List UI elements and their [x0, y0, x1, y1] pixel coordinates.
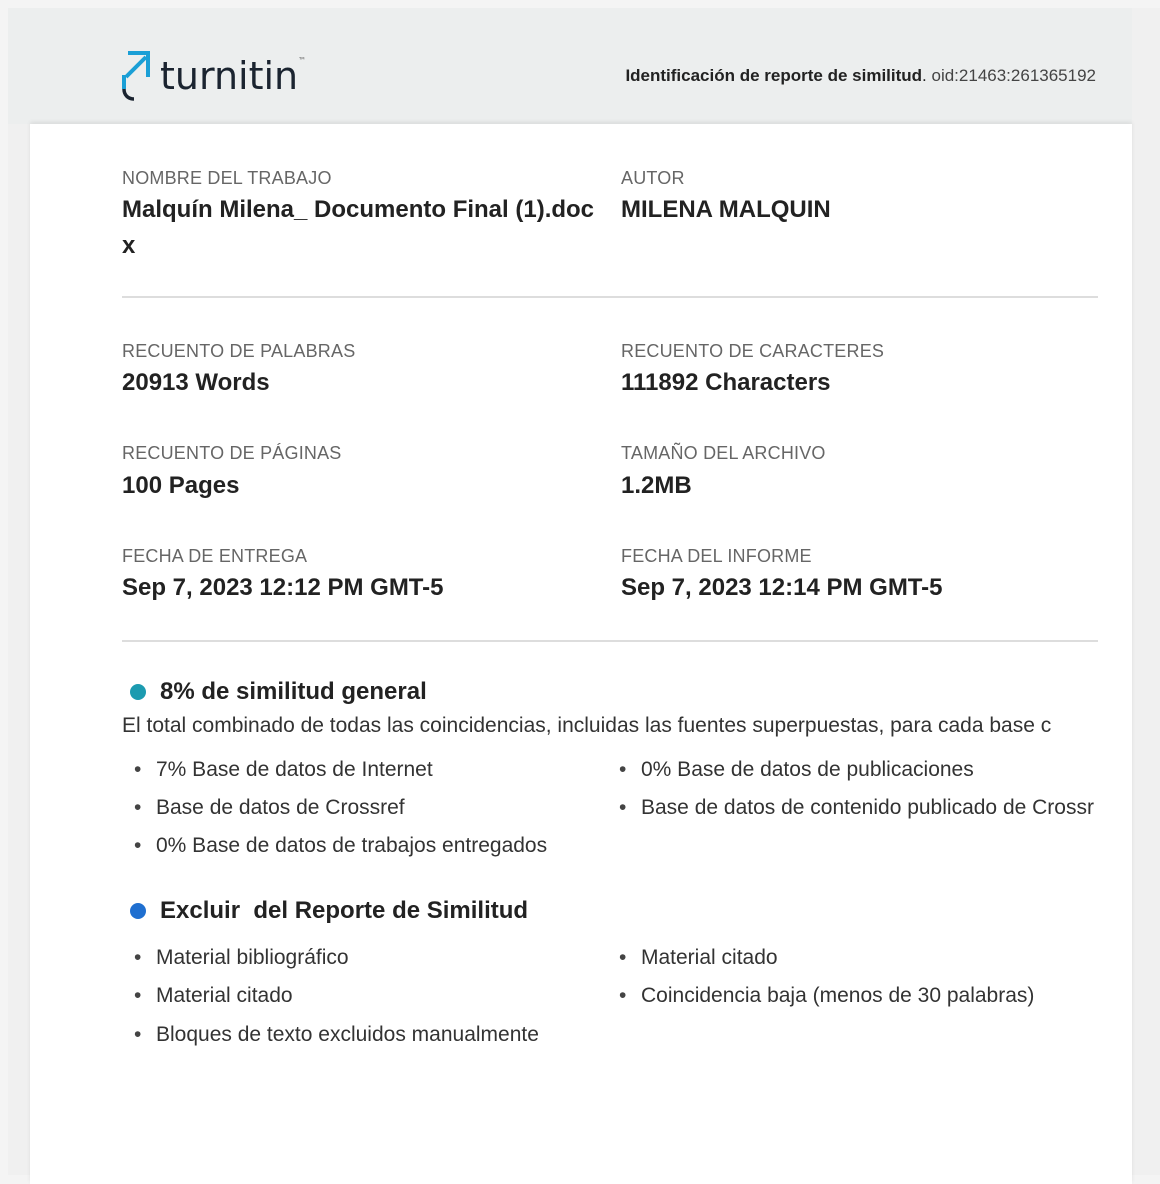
divider: [122, 296, 1098, 298]
job-name-value: Malquín Milena_ Documento Final (1).docx: [122, 196, 595, 259]
exclusion-item: Coincidencia baja (menos de 30 palabras): [619, 984, 1034, 1008]
author-value: MILENA MALQUIN: [621, 196, 831, 223]
page-count-value: 100 Pages: [122, 472, 240, 499]
page-count-label: RECUENTO DE PÁGINAS: [122, 443, 342, 463]
similarity-item: 0% Base de datos de trabajos entregados: [134, 834, 547, 858]
similarity-title: 8% de similitud general: [130, 678, 427, 706]
report-sheet: NOMBRE DEL TRABAJO Malquín Milena_ Docum…: [30, 124, 1132, 1184]
similarity-item: Base de datos de Crossref: [134, 796, 405, 820]
report-id-value: oid:21463:261365192: [931, 66, 1097, 85]
turnitin-logo: turnitin™: [120, 46, 306, 106]
report-page: turnitin™ Identificación de reporte de s…: [8, 8, 1160, 1184]
exclusions-title: Excluir del Reporte de Similitud: [130, 897, 528, 925]
submission-date-value: Sep 7, 2023 12:12 PM GMT-5: [122, 574, 444, 601]
file-size-value: 1.2MB: [621, 472, 692, 499]
exclusion-item: Bloques de texto excluidos manualmente: [134, 1023, 539, 1047]
similarity-item: Base de datos de contenido publicado de …: [619, 796, 1094, 820]
file-size-label: TAMAÑO DEL ARCHIVO: [621, 443, 826, 463]
exclusions-dot-icon: [130, 903, 146, 919]
report-date-label: FECHA DEL INFORME: [621, 546, 812, 566]
exclusion-item: Material citado: [134, 984, 293, 1008]
word-count-label: RECUENTO DE PALABRAS: [122, 341, 356, 361]
divider: [122, 640, 1098, 642]
job-name-label: NOMBRE DEL TRABAJO: [122, 168, 332, 188]
char-count-label: RECUENTO DE CARACTERES: [621, 341, 885, 361]
similarity-dot-icon: [130, 684, 146, 700]
submission-date-label: FECHA DE ENTREGA: [122, 546, 308, 566]
similarity-description: El total combinado de todas las coincide…: [122, 714, 1052, 737]
report-id-label: Identificación de reporte de similitud: [625, 66, 923, 85]
word-count-value: 20913 Words: [122, 369, 270, 396]
report-header: turnitin™ Identificación de reporte de s…: [8, 8, 1132, 124]
logo-wordmark: turnitin™: [160, 54, 307, 98]
exclusion-item: Material bibliográfico: [134, 946, 349, 970]
author-label: AUTOR: [621, 168, 685, 188]
similarity-item: 0% Base de datos de publicaciones: [619, 758, 974, 782]
char-count-value: 111892 Characters: [621, 369, 831, 396]
turnitin-logo-icon: [122, 51, 150, 101]
similarity-item: 7% Base de datos de Internet: [134, 758, 433, 782]
exclusion-item: Material citado: [619, 946, 778, 970]
report-date-value: Sep 7, 2023 12:14 PM GMT-5: [621, 574, 943, 601]
report-id: Identificación de reporte de similitud. …: [625, 66, 1097, 85]
